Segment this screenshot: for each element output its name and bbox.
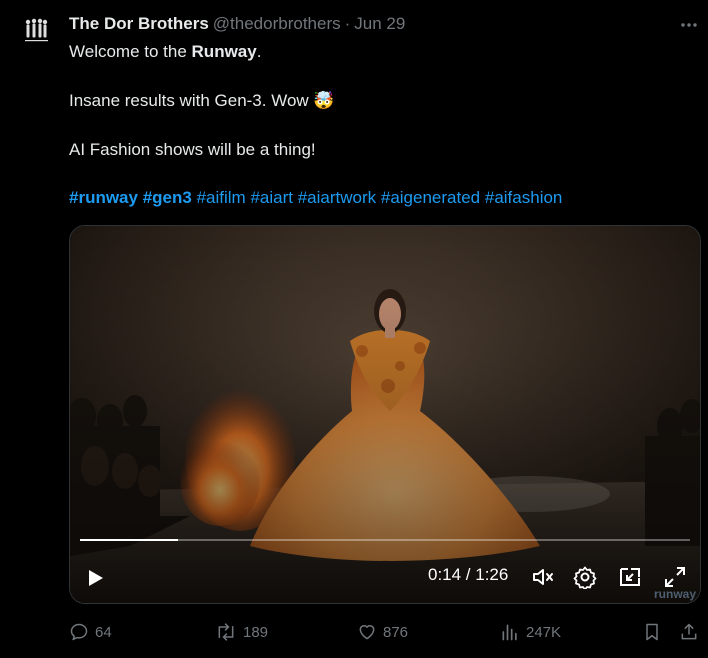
hashtag-aiart[interactable]: #aiart — [250, 188, 293, 207]
reply-count: 64 — [95, 623, 112, 641]
progress-bar[interactable] — [80, 539, 690, 541]
bookmark-button[interactable] — [642, 619, 662, 645]
hashtag-aifashion[interactable]: #aifashion — [485, 188, 563, 207]
repost-count: 189 — [243, 623, 269, 641]
like-icon — [359, 625, 375, 640]
repost-icon — [218, 623, 234, 641]
exploding-head-emoji: 🤯 — [313, 91, 335, 110]
share-icon — [681, 623, 697, 640]
text-prefix: Welcome to the — [69, 42, 192, 61]
tweet-text-line-2: Insane results with Gen-3. Wow 🤯 — [69, 89, 335, 113]
repost-button[interactable]: 189 — [215, 619, 268, 645]
video-frame — [70, 226, 700, 603]
avatar-logo — [25, 18, 48, 42]
reply-button[interactable]: 64 — [69, 619, 112, 645]
hashtag-gen3[interactable]: #gen3 — [143, 188, 192, 207]
author-handle[interactable]: @thedorbrothers — [213, 14, 341, 34]
hashtag-aifilm[interactable]: #aifilm — [197, 188, 246, 207]
video-time: 0:14 / 1:26 — [428, 565, 509, 584]
avatar[interactable] — [16, 12, 56, 52]
progress-fill — [80, 539, 178, 541]
hashtag-aiartwork[interactable]: #aiartwork — [298, 188, 376, 207]
text-gen3: Insane results with Gen-3. Wow — [69, 91, 309, 110]
more-icon — [681, 23, 697, 27]
text-bold-runway: Runway — [191, 42, 257, 61]
text-suffix: . — [256, 42, 262, 61]
views-button[interactable]: 247K — [500, 619, 561, 645]
more-button[interactable] — [676, 12, 702, 38]
video-player[interactable]: 0:14 / 1:26 runway — [69, 225, 701, 604]
tweet-text-line-3: AI Fashion shows will be a thing! — [69, 140, 316, 159]
mute-button[interactable] — [529, 564, 557, 590]
reply-icon — [70, 623, 88, 641]
pip-icon — [620, 568, 640, 586]
view-count: 247K — [526, 623, 562, 641]
like-count: 876 — [383, 623, 409, 641]
views-icon — [502, 624, 517, 641]
action-bar: 64 189 876 247K — [69, 619, 701, 645]
bookmark-icon — [646, 623, 658, 641]
tweet-header: The Dor Brothers @thedorbrothers · Jun 2… — [69, 12, 405, 36]
like-button[interactable]: 876 — [357, 619, 408, 645]
tweet-date[interactable]: Jun 29 — [354, 14, 405, 34]
share-button[interactable] — [679, 619, 699, 645]
play-button[interactable] — [84, 566, 106, 590]
play-icon — [89, 570, 103, 586]
hashtag-runway[interactable]: #runway — [69, 188, 138, 207]
settings-icon — [573, 566, 597, 589]
settings-button[interactable] — [571, 564, 599, 590]
runway-watermark: runway — [653, 587, 696, 601]
mute-icon — [533, 569, 553, 585]
header-separator: · — [344, 14, 351, 33]
hashtag-aigenerated[interactable]: #aigenerated — [381, 188, 480, 207]
fullscreen-icon — [665, 567, 685, 587]
author-name[interactable]: The Dor Brothers — [69, 14, 209, 34]
pip-button[interactable] — [616, 564, 644, 590]
tweet-text-line-1: Welcome to the Runway. — [69, 40, 261, 64]
hashtag-line: #runway #gen3 #aifilm #aiart #aiartwork … — [69, 186, 562, 210]
